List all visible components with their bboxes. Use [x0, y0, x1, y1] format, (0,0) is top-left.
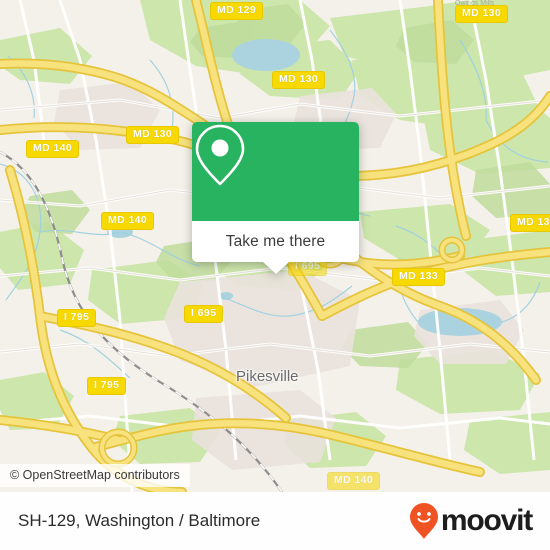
moovit-pin-smiley-icon: [409, 503, 438, 539]
location-title: SH-129, Washington / Baltimore: [18, 511, 261, 530]
road-shield-i695-center[interactable]: I 695: [184, 305, 224, 323]
map-attribution[interactable]: © OpenStreetMap contributors: [0, 464, 190, 487]
road-shield-md133-right[interactable]: MD 133: [510, 214, 550, 232]
road-shield-i795-lower[interactable]: I 795: [87, 377, 127, 395]
moovit-logo[interactable]: moovit: [409, 502, 533, 540]
road-shield-md130-left[interactable]: MD 130: [126, 126, 180, 144]
road-shield-md130-upper[interactable]: MD 130: [272, 71, 326, 89]
callout-tail: [262, 262, 289, 274]
take-me-there-button[interactable]: Take me there: [192, 221, 359, 262]
map-canvas[interactable]: Pikesville Owings Mills MD 129 MD 130 MD…: [0, 0, 550, 492]
road-shield-md140-left[interactable]: MD 140: [101, 212, 155, 230]
road-shield-md129-top[interactable]: MD 129: [210, 2, 264, 20]
map-pin-icon: [195, 124, 245, 186]
place-label-pikesville: Pikesville: [236, 368, 299, 385]
road-shield-md130-topright[interactable]: MD 130: [455, 5, 509, 23]
road-shield-md133-center[interactable]: MD 133: [392, 268, 446, 286]
road-shield-i795-upper[interactable]: I 795: [57, 309, 97, 327]
take-me-there-label: Take me there: [225, 232, 326, 250]
footer-bar: SH-129, Washington / Baltimore moovit: [0, 492, 550, 550]
road-shield-md140-bottom[interactable]: MD 140: [327, 472, 381, 490]
map-screenshot-root: Pikesville Owings Mills MD 129 MD 130 MD…: [0, 0, 550, 550]
callout-header: [192, 122, 359, 221]
road-shield-md140-topleft[interactable]: MD 140: [26, 140, 80, 158]
moovit-wordmark: moovit: [440, 504, 533, 537]
location-callout-card[interactable]: Take me there: [192, 122, 359, 274]
